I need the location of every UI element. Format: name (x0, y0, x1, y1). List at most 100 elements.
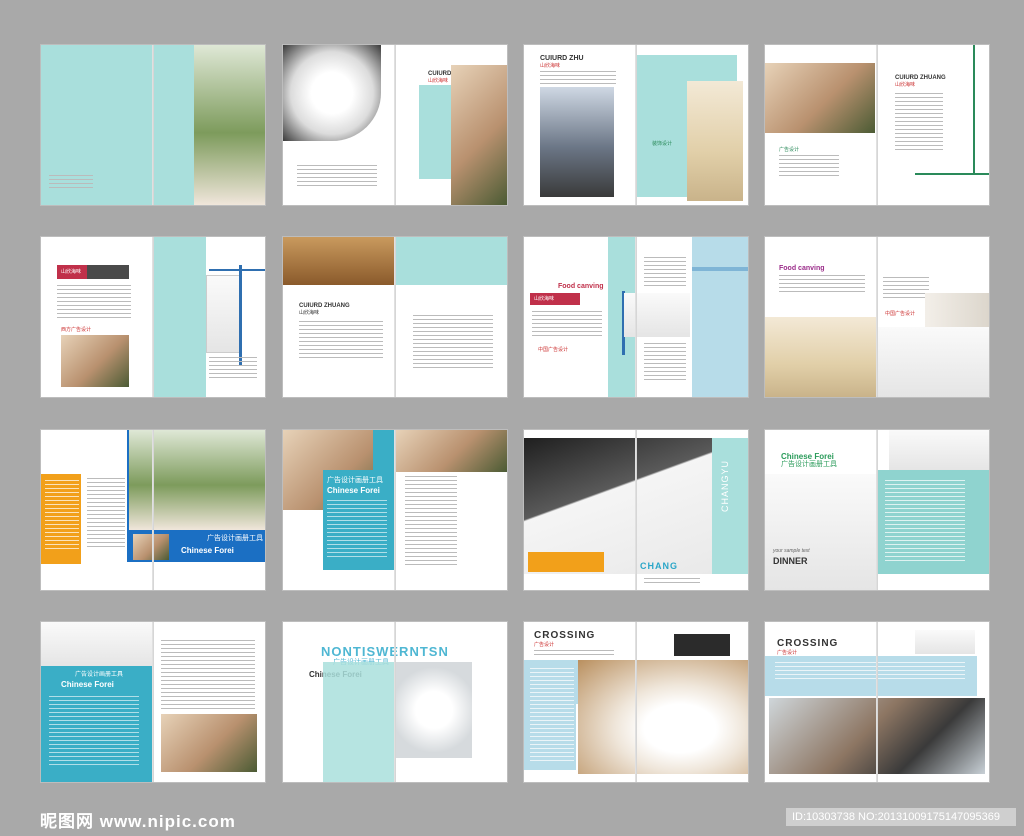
plates-photo (578, 660, 748, 774)
spread-title: CUIURD ZHU (540, 55, 584, 62)
plates-photo (624, 293, 690, 337)
cn-label: 山欣海味 (540, 63, 561, 69)
en-label: Chinese Forei (61, 680, 114, 689)
spread-r3c4: Chinese Forei 广告设计画册工具 your sample text … (765, 430, 989, 590)
spread-r4c1: 广告设计画册工具 Chinese Forei (41, 622, 265, 782)
accent-line (239, 265, 242, 365)
spread-r2c2: CUIURD ZHUANG 山欣海味 (283, 237, 507, 397)
spread-title: CROSSING (777, 638, 839, 649)
cutlery-photo (765, 474, 877, 590)
text-block (45, 480, 79, 550)
text-block-2 (413, 315, 493, 369)
orange-block (528, 552, 604, 572)
text-block (327, 500, 387, 560)
spread-r1c4: 广告设计 CUIURD ZHUANG 山欣海味 (765, 45, 989, 205)
spread-r2c1: 山欣海味 西方广告设计 (41, 237, 265, 397)
cn-label: 广告设计画册工具 (207, 535, 263, 542)
spread-r3c3: CHANGYU CHANG (524, 430, 748, 590)
cn-label-2: 装饰设计 (652, 141, 673, 147)
cn-label-2: 广告设计 (779, 147, 800, 153)
cn-label: 广告设计画册工具 (75, 672, 124, 678)
inset-photo (133, 534, 169, 560)
spread-title: CUIURD ZHUANG (299, 303, 350, 309)
spread-title: CUIURD ZHUANG (895, 75, 946, 81)
tableware-photo (283, 45, 381, 141)
spread-title: NONTISWERNTSN (321, 644, 449, 659)
cn-label: 山欣海味 (61, 269, 82, 275)
spread-title: Food canving (558, 283, 604, 290)
watermark-id: ID:10303738 NO:20131009175147095369 (786, 808, 1016, 826)
spread-r1c1 (41, 45, 265, 205)
cn-label: 中国广告设计 (885, 311, 916, 317)
spread-r3c1: 广告设计画册工具 Chinese Forei (41, 430, 265, 590)
cn-label: 广告设计画册工具 (781, 461, 837, 468)
accent-line-h (209, 269, 265, 271)
text-block (297, 165, 377, 189)
accent-line-h (915, 173, 989, 175)
script-label: your sample text (773, 548, 810, 554)
text-block (885, 480, 965, 564)
cup-photo (396, 662, 472, 758)
teal-column (712, 438, 748, 574)
dark-photo (674, 634, 730, 656)
spread-r2c3: Food canving 山欣海味 中国广告设计 (524, 237, 748, 397)
text-block (299, 321, 383, 361)
cn-label: 山欣海味 (534, 296, 555, 302)
text-block-2 (405, 476, 457, 566)
text-block (49, 175, 93, 189)
teal-panel (323, 662, 395, 782)
kitchen-photo (765, 317, 877, 397)
en-label: Chinese Forei (327, 486, 380, 495)
cn-label: 广告设计画册工具 (327, 477, 383, 484)
spread-r4c4: CROSSING 广告设计 (765, 622, 989, 782)
spread-title: CROSSING (534, 630, 596, 641)
woman-photo (61, 335, 129, 387)
dinner-party-photo (129, 430, 265, 530)
en-label: Chinese Forei (781, 452, 834, 461)
text-block (775, 662, 965, 682)
spread-r3c2: 广告设计画册工具 Chinese Forei (283, 430, 507, 590)
cn-label: 山欣海味 (428, 78, 449, 84)
teal-band (396, 237, 507, 285)
accent-line (973, 45, 975, 175)
text-block (779, 155, 839, 179)
text-block-2 (530, 668, 574, 764)
cutlery-photo (41, 622, 153, 666)
text-block (779, 275, 865, 295)
text-block (534, 650, 614, 658)
group-photo (161, 714, 257, 772)
teal-chevron (154, 45, 194, 205)
window-photo (206, 275, 242, 353)
spread-title: Food canving (779, 265, 825, 272)
text-block (49, 696, 139, 766)
teal-column (154, 237, 206, 397)
text-block (532, 311, 602, 337)
teal-band (637, 55, 737, 81)
building-photo (540, 87, 614, 197)
text-block (57, 285, 131, 321)
food-photo (915, 630, 975, 654)
interior-photo (925, 293, 989, 327)
cyan-strip (373, 430, 395, 474)
spread-r4c3: CROSSING 广告设计 (524, 622, 748, 782)
woman-photo (396, 430, 507, 472)
people-photo (451, 65, 507, 205)
en-label: Chinese Forei (181, 546, 234, 555)
glass-photo (889, 430, 989, 470)
bowls-photo (878, 327, 989, 397)
cn-label-2: 西方广告设计 (61, 327, 92, 333)
spread-r4c2: NONTISWERNTSN 广告设计画册工具 Chinese Forei (283, 622, 507, 782)
spread-r1c3: CUIURD ZHU 山欣海味 装饰设计 (524, 45, 748, 205)
text-block-2 (87, 478, 125, 548)
blue-column (692, 237, 748, 397)
text-block-2 (161, 640, 255, 710)
flowers-photo (283, 237, 395, 285)
text-block (644, 578, 700, 586)
en-label: CHANG (640, 561, 678, 571)
blue-stripe (692, 267, 748, 271)
spread-r1c2: CUIURD ZHUAN 山欣海味 (283, 45, 507, 205)
spread-r2c4: Food canving 中国广告设计 (765, 237, 989, 397)
dinner-label: DINNER (773, 556, 808, 566)
cn-label-2: 中国广告设计 (538, 347, 569, 353)
text-block (209, 357, 257, 381)
